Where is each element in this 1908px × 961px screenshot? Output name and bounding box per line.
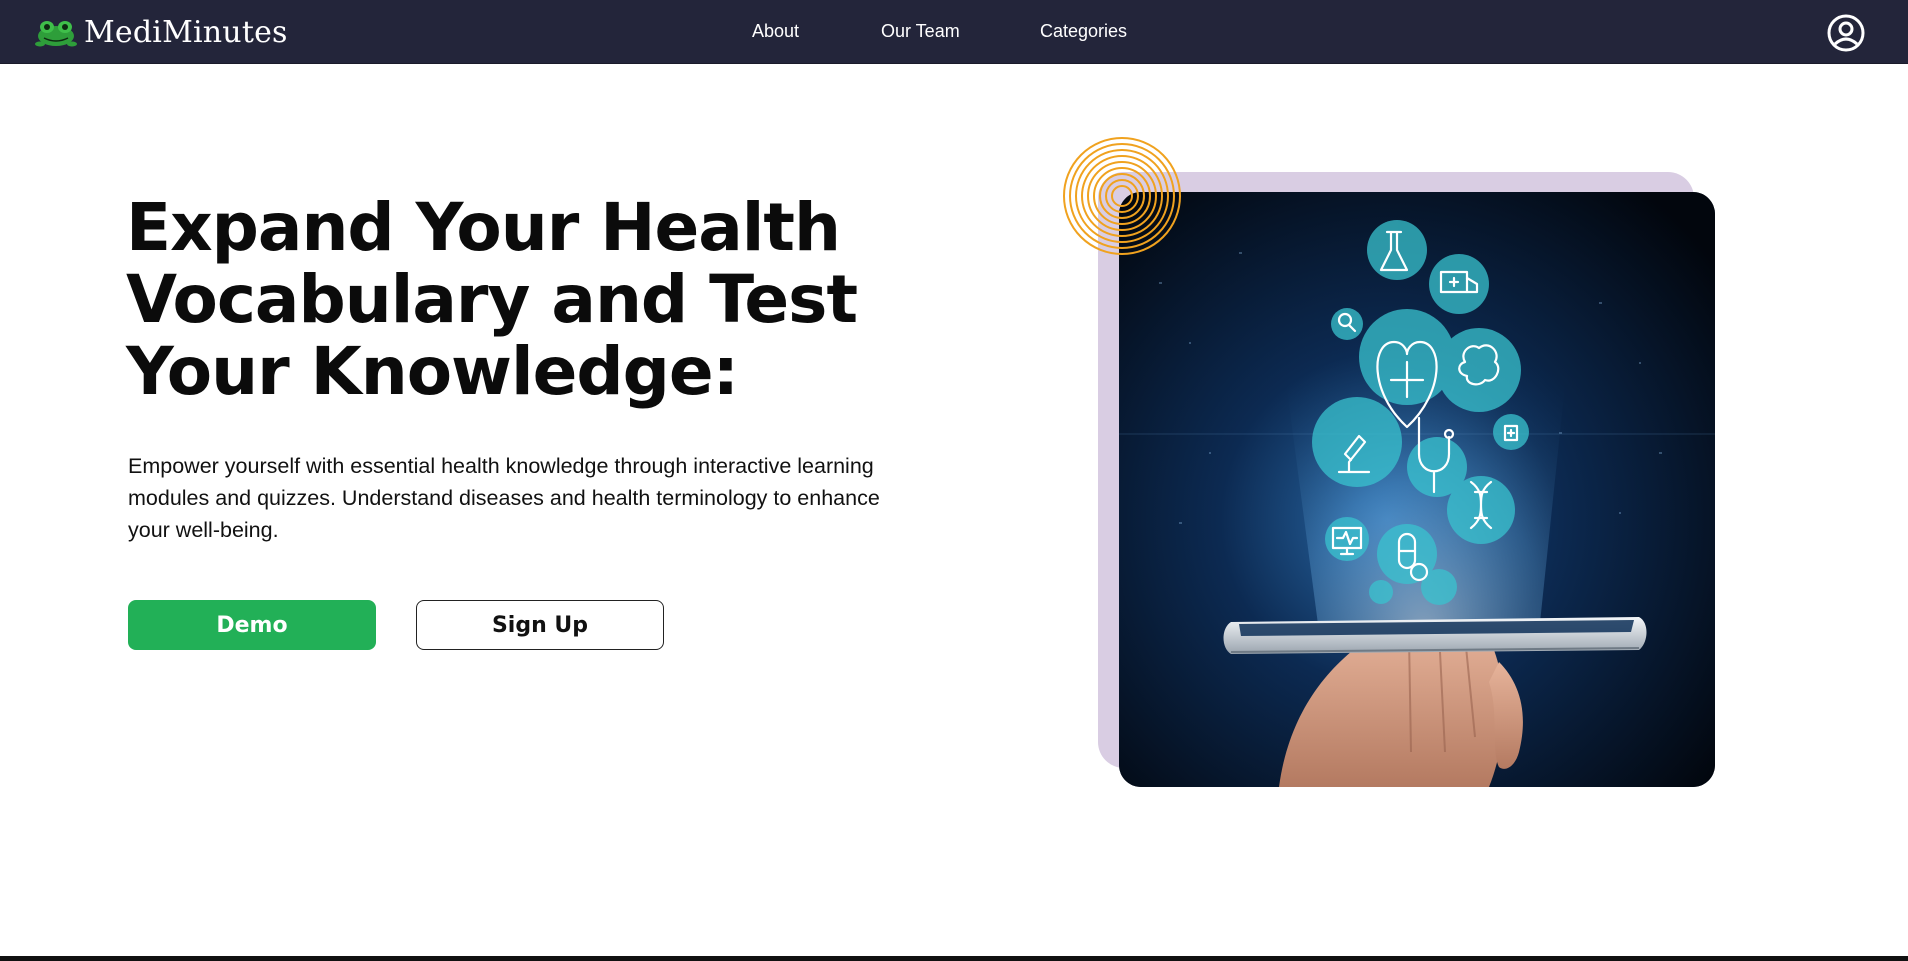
frog-logo-icon [35,21,77,47]
brand-name: MediMinutes [84,14,288,50]
nav-categories[interactable]: Categories [1040,21,1127,42]
top-navbar: MediMinutes About Our Team Categories [0,0,1908,64]
hero-title: Expand Your Health Vocabulary and Test Y… [126,189,858,410]
brand[interactable]: MediMinutes [34,12,288,52]
nav-our-team[interactable]: Our Team [881,21,960,42]
decorative-swirl-icon [1063,137,1181,255]
hero-image [1119,192,1715,787]
sign-up-button[interactable]: Sign Up [416,600,664,650]
page-bottom-border [0,956,1908,961]
user-circle-icon [1827,14,1865,52]
hero-description: Empower yourself with essential health k… [128,454,880,542]
account-button[interactable] [1826,13,1866,53]
demo-button[interactable]: Demo [128,600,376,650]
nav-about[interactable]: About [752,21,799,42]
